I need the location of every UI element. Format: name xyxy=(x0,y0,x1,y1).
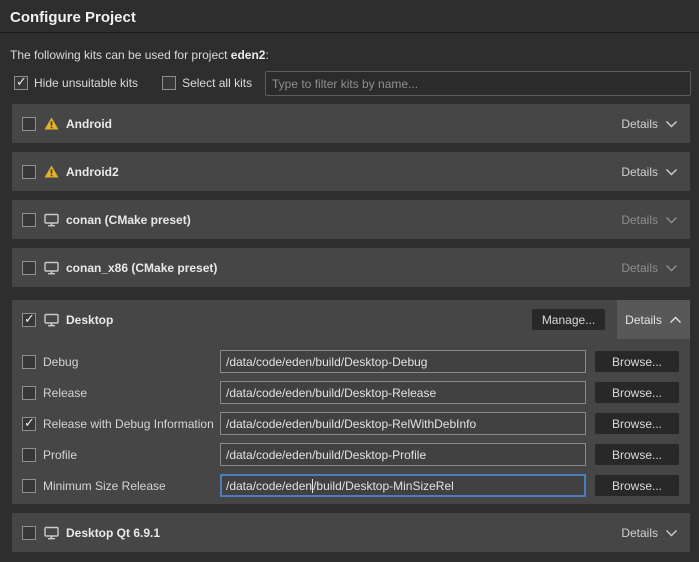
browse-button[interactable]: Browse... xyxy=(594,474,680,497)
browse-button[interactable]: Browse... xyxy=(594,443,680,466)
build-config-row-relwithdebinfo: Release with Debug Information xyxy=(22,412,214,435)
kit-row-android2: Android2 Details xyxy=(12,152,690,191)
kit-row-conan: conan (CMake preset) Details xyxy=(12,200,690,239)
kit-row-desktop: Desktop xyxy=(22,300,113,339)
kit-checkbox[interactable] xyxy=(22,313,36,327)
chevron-down-icon xyxy=(665,117,678,131)
kit-name: conan_x86 (CMake preset) xyxy=(66,261,217,275)
browse-button[interactable]: Browse... xyxy=(594,381,680,404)
kit-name: Android xyxy=(66,117,112,131)
build-config-label: Minimum Size Release xyxy=(43,479,166,493)
details-toggle-disabled: Details xyxy=(609,248,690,287)
details-toggle[interactable]: Details xyxy=(609,513,690,552)
details-toggle-expanded[interactable]: Details xyxy=(617,300,690,339)
chevron-down-icon xyxy=(665,165,678,179)
build-config-label: Release with Debug Information xyxy=(43,417,214,431)
kit-row-conan-x86: conan_x86 (CMake preset) Details xyxy=(12,248,690,287)
build-dir-input-profile[interactable]: /data/code/eden/build/Desktop-Profile xyxy=(220,443,586,466)
details-toggle[interactable]: Details xyxy=(609,152,690,191)
build-config-row-minsizerel: Minimum Size Release xyxy=(22,474,166,497)
build-config-row-profile: Profile xyxy=(22,443,77,466)
select-all-kits-checkbox[interactable] xyxy=(162,76,176,90)
build-config-row-release: Release xyxy=(22,381,87,404)
desktop-monitor-icon xyxy=(44,261,59,275)
hide-unsuitable-kits-checkbox[interactable] xyxy=(14,76,28,90)
select-all-kits-label: Select all kits xyxy=(182,76,252,90)
build-config-checkbox[interactable] xyxy=(22,479,36,493)
build-config-label: Profile xyxy=(43,448,77,462)
warning-icon xyxy=(44,165,59,178)
page-title: Configure Project xyxy=(10,9,136,26)
build-dir-input-release[interactable]: /data/code/eden/build/Desktop-Release xyxy=(220,381,586,404)
chevron-up-icon xyxy=(669,313,682,327)
kit-name: Android2 xyxy=(66,165,119,179)
build-config-checkbox[interactable] xyxy=(22,386,36,400)
build-dir-input-minsizerel-focused[interactable]: /data/code/eden/build/Desktop-MinSizeRel xyxy=(220,474,586,497)
kit-row-desktop-qt: Desktop Qt 6.9.1 Details xyxy=(12,513,690,552)
build-config-checkbox[interactable] xyxy=(22,448,36,462)
browse-button[interactable]: Browse... xyxy=(594,412,680,435)
kit-name: Desktop Qt 6.9.1 xyxy=(66,526,160,540)
build-config-row-debug: Debug xyxy=(22,350,78,373)
kit-checkbox[interactable] xyxy=(22,165,36,179)
warning-icon xyxy=(44,117,59,130)
kit-row-android: Android Details xyxy=(12,104,690,143)
build-config-checkbox[interactable] xyxy=(22,355,36,369)
kit-filter-controls: Hide unsuitable kits Select all kits xyxy=(14,76,270,90)
kit-filter-input[interactable] xyxy=(265,71,691,96)
kit-checkbox[interactable] xyxy=(22,261,36,275)
chevron-down-icon xyxy=(665,526,678,540)
chevron-down-icon xyxy=(665,213,678,227)
title-separator xyxy=(0,32,699,33)
intro-text: The following kits can be used for proje… xyxy=(10,48,269,62)
configure-project-page: { "header": { "title": "Configure Projec… xyxy=(0,0,699,562)
build-dir-input-relwithdebinfo[interactable]: /data/code/eden/build/Desktop-RelWithDeb… xyxy=(220,412,586,435)
kit-checkbox[interactable] xyxy=(22,117,36,131)
desktop-monitor-icon xyxy=(44,213,59,227)
hide-unsuitable-kits-label: Hide unsuitable kits xyxy=(34,76,138,90)
build-config-checkbox[interactable] xyxy=(22,417,36,431)
project-name: eden2 xyxy=(231,48,266,62)
details-toggle-disabled: Details xyxy=(609,200,690,239)
build-config-label: Debug xyxy=(43,355,78,369)
manage-kits-button[interactable]: Manage... xyxy=(531,308,606,331)
kit-name: conan (CMake preset) xyxy=(66,213,191,227)
details-toggle[interactable]: Details xyxy=(609,104,690,143)
desktop-monitor-icon xyxy=(44,313,59,327)
kit-checkbox[interactable] xyxy=(22,526,36,540)
build-config-label: Release xyxy=(43,386,87,400)
build-dir-input-debug[interactable]: /data/code/eden/build/Desktop-Debug xyxy=(220,350,586,373)
desktop-monitor-icon xyxy=(44,526,59,540)
chevron-down-icon xyxy=(665,261,678,275)
kit-checkbox[interactable] xyxy=(22,213,36,227)
browse-button[interactable]: Browse... xyxy=(594,350,680,373)
kit-name: Desktop xyxy=(66,313,113,327)
